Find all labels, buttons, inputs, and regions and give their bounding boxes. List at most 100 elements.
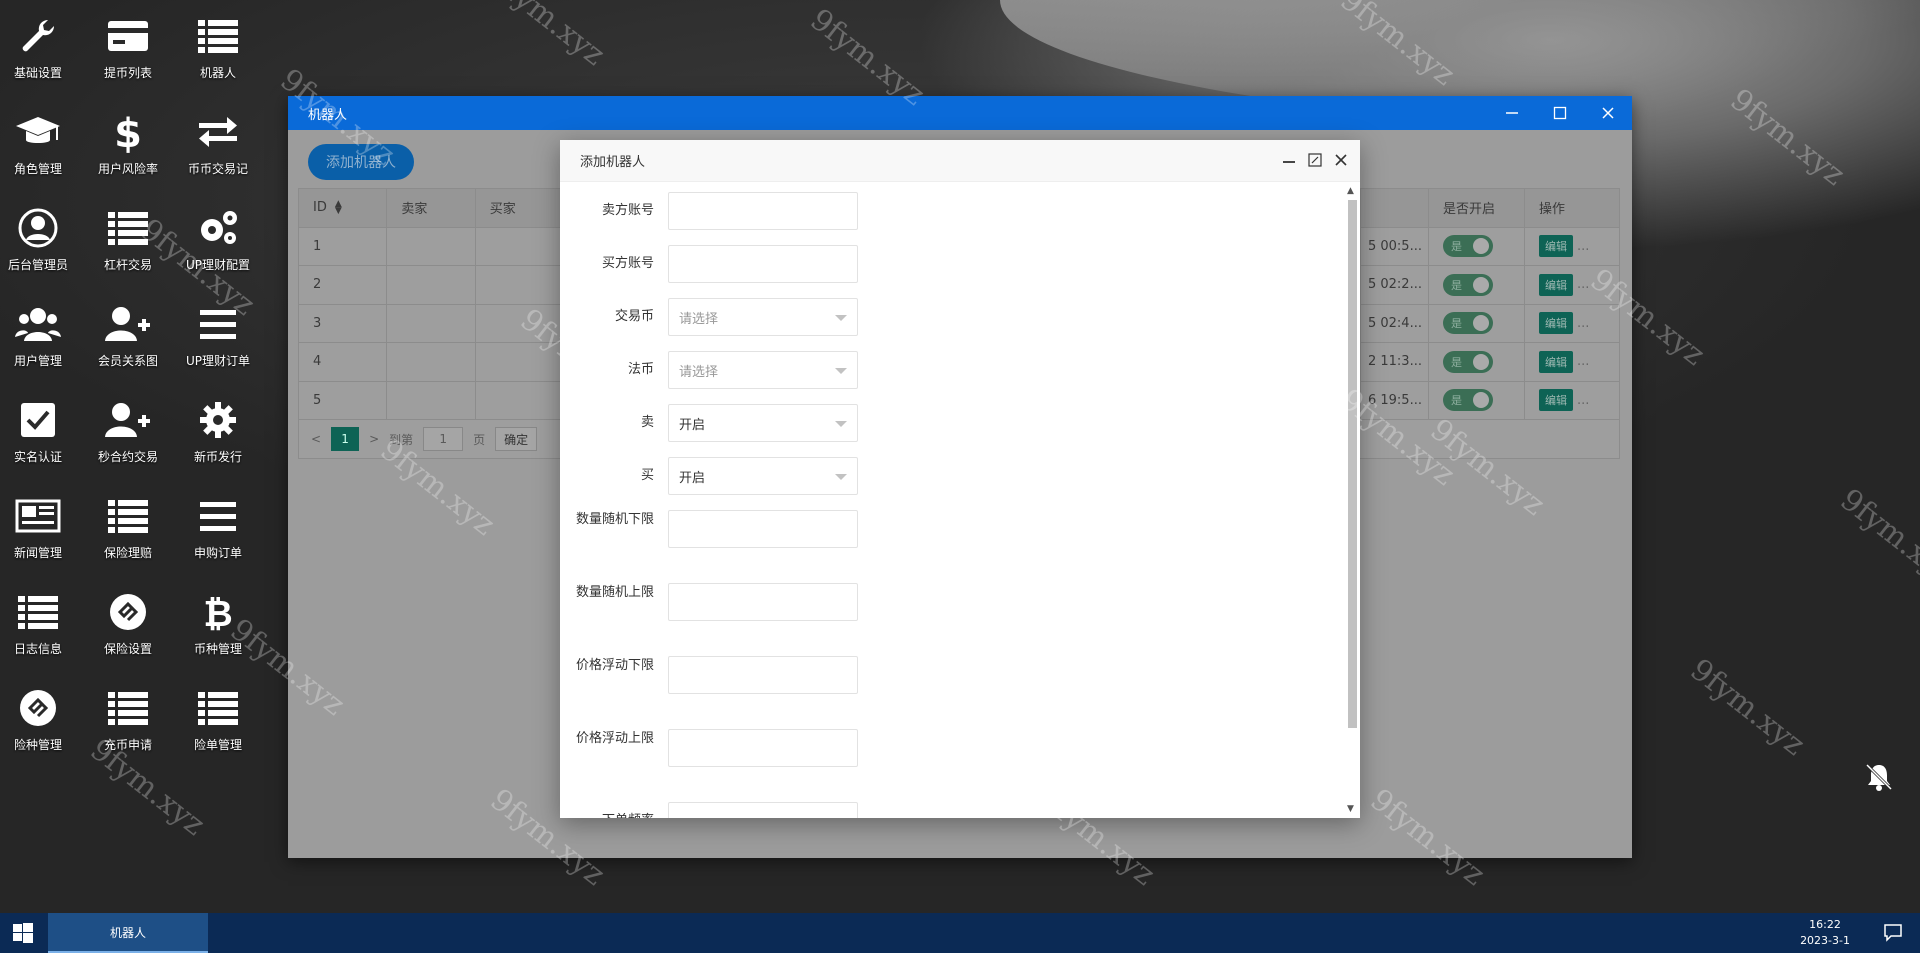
text-input[interactable] bbox=[668, 656, 858, 694]
cell-id: 5 bbox=[299, 381, 388, 419]
scroll-down-icon[interactable]: ▼ bbox=[1347, 804, 1354, 814]
scroll-up-icon[interactable]: ▲ bbox=[1347, 186, 1354, 196]
field-label: 数量随机下限 bbox=[575, 512, 654, 527]
enabled-toggle[interactable]: 是 bbox=[1442, 273, 1493, 296]
desktop-icon[interactable]: ₿ 币种管理 bbox=[173, 588, 263, 674]
add-robot-button[interactable]: 添加机器人 bbox=[308, 144, 414, 180]
goto-page-input[interactable]: 1 bbox=[423, 427, 464, 451]
taskbar-clock[interactable]: 16:22 2023-3-1 bbox=[1800, 917, 1850, 949]
maximize-icon[interactable] bbox=[1536, 96, 1584, 130]
taskbar-item-robot[interactable]: 机器人 bbox=[48, 913, 208, 953]
toggle-label: 是 bbox=[1450, 355, 1462, 369]
cell-actions: 编辑... bbox=[1525, 343, 1619, 381]
desktop-icon[interactable]: UP理财配置 bbox=[173, 204, 263, 290]
form-row: 数量随机上限 bbox=[560, 583, 880, 621]
more-actions[interactable]: ... bbox=[1577, 393, 1589, 408]
dialog-header[interactable]: 添加机器人 bbox=[560, 140, 1360, 182]
desktop-icon[interactable]: 会员关系图 bbox=[83, 300, 173, 386]
enabled-toggle[interactable]: 是 bbox=[1442, 350, 1493, 373]
cell-actions: 编辑... bbox=[1525, 305, 1619, 343]
desktop-icon[interactable]: UP理财订单 bbox=[173, 300, 263, 386]
close-icon[interactable] bbox=[1584, 96, 1632, 130]
minimize-icon[interactable] bbox=[1282, 152, 1296, 171]
desktop-icon-label: 保险设置 bbox=[103, 642, 152, 656]
text-input[interactable] bbox=[668, 192, 858, 230]
edit-button[interactable]: 编辑 bbox=[1538, 235, 1573, 258]
dollar-icon: $ bbox=[104, 108, 152, 156]
edit-button[interactable]: 编辑 bbox=[1538, 389, 1573, 412]
desktop-icon[interactable]: 保险理赔 bbox=[83, 492, 173, 578]
action-center-icon[interactable] bbox=[1882, 923, 1904, 943]
desktop-icon[interactable]: 角色管理 bbox=[0, 108, 83, 194]
more-actions[interactable]: ... bbox=[1577, 354, 1589, 369]
text-input[interactable] bbox=[668, 583, 858, 621]
field-value: 请选择 bbox=[679, 364, 719, 380]
cell-buyer bbox=[476, 381, 572, 419]
desktop-icon[interactable]: 险单管理 bbox=[173, 684, 263, 770]
cell-enabled: 是 bbox=[1429, 343, 1525, 381]
desktop-icon[interactable]: 机器人 bbox=[173, 12, 263, 98]
desktop-icon[interactable]: 秒合约交易 bbox=[83, 396, 173, 482]
cell-enabled: 是 bbox=[1429, 304, 1525, 342]
desktop-icon[interactable]: 申购订单 bbox=[173, 492, 263, 578]
enabled-toggle[interactable]: 是 bbox=[1442, 312, 1493, 335]
enabled-toggle[interactable]: 是 bbox=[1442, 235, 1493, 258]
cell-time: 6 19:5... bbox=[1361, 381, 1429, 419]
scroll-thumb[interactable] bbox=[1348, 200, 1357, 728]
desktop-icon-label: UP理财订单 bbox=[185, 354, 251, 368]
column-id[interactable]: ID ▲ ▼ bbox=[299, 189, 388, 227]
desktop-icon[interactable]: 充币申请 bbox=[83, 684, 173, 770]
desktop-icon[interactable]: 日志信息 bbox=[0, 588, 83, 674]
windows-start-icon[interactable] bbox=[0, 913, 46, 953]
select-field[interactable]: 请选择 bbox=[668, 298, 858, 336]
select-field[interactable]: 请选择 bbox=[668, 351, 858, 389]
edit-button[interactable]: 编辑 bbox=[1538, 312, 1573, 335]
text-input[interactable] bbox=[668, 245, 858, 283]
desktop-icon[interactable]: 杠杆交易 bbox=[83, 204, 173, 290]
dropdown-caret-icon bbox=[835, 315, 847, 321]
edit-button[interactable]: 编辑 bbox=[1538, 350, 1573, 373]
desktop-icon-label: 险单管理 bbox=[193, 738, 242, 752]
expand-icon[interactable] bbox=[1308, 152, 1322, 171]
desktop-icon[interactable]: 币币交易记 bbox=[173, 108, 263, 194]
desktop-icon[interactable]: 用户管理 bbox=[0, 300, 83, 386]
edit-button[interactable]: 编辑 bbox=[1538, 273, 1573, 296]
select-field[interactable]: 开启 bbox=[668, 404, 858, 442]
sort-icon[interactable]: ▲ ▼ bbox=[335, 199, 342, 215]
form-row: 数量随机下限 bbox=[560, 510, 880, 548]
field-label: 卖方账号 bbox=[601, 203, 654, 218]
next-page-icon[interactable]: > bbox=[369, 432, 379, 446]
desktop-icon[interactable]: 新闻管理 bbox=[0, 492, 83, 578]
text-input[interactable] bbox=[668, 510, 858, 548]
cell-id: 4 bbox=[299, 343, 388, 381]
more-actions[interactable]: ... bbox=[1577, 316, 1589, 331]
cell-time: 5 02:2... bbox=[1361, 266, 1429, 304]
desktop-icon[interactable]: 基础设置 bbox=[0, 12, 83, 98]
desktop-icon[interactable]: 实名认证 bbox=[0, 396, 83, 482]
desktop-icon[interactable]: $ 用户风险率 bbox=[83, 108, 173, 194]
dropdown-caret-icon bbox=[835, 474, 847, 480]
notification-muted-icon[interactable] bbox=[1862, 760, 1896, 794]
window-titlebar[interactable]: 机器人 bbox=[288, 96, 1632, 130]
desktop-icon[interactable]: 新币发行 bbox=[173, 396, 263, 482]
users-icon bbox=[14, 300, 62, 348]
field-label: 价格浮动上限 bbox=[575, 731, 654, 746]
cell-buyer bbox=[476, 227, 572, 265]
desktop-icon[interactable]: 保险设置 bbox=[83, 588, 173, 674]
desktop-icon[interactable]: 提币列表 bbox=[83, 12, 173, 98]
text-input[interactable] bbox=[668, 802, 858, 818]
prev-page-icon[interactable]: < bbox=[311, 432, 321, 446]
desktop-icon[interactable]: 险种管理 bbox=[0, 684, 83, 770]
more-actions[interactable]: ... bbox=[1577, 239, 1589, 254]
dialog-scrollbar[interactable]: ▲ ▼ bbox=[1346, 186, 1358, 814]
minimize-icon[interactable] bbox=[1488, 96, 1536, 130]
goto-confirm-button[interactable]: 确定 bbox=[495, 427, 538, 451]
enabled-toggle[interactable]: 是 bbox=[1442, 389, 1493, 412]
more-actions[interactable]: ... bbox=[1577, 277, 1589, 292]
current-page[interactable]: 1 bbox=[331, 427, 360, 451]
desktop-icon[interactable]: 后台管理员 bbox=[0, 204, 83, 290]
select-field[interactable]: 开启 bbox=[668, 457, 858, 495]
close-icon[interactable] bbox=[1334, 152, 1348, 171]
toggle-label: 是 bbox=[1450, 394, 1462, 408]
text-input[interactable] bbox=[668, 729, 858, 767]
